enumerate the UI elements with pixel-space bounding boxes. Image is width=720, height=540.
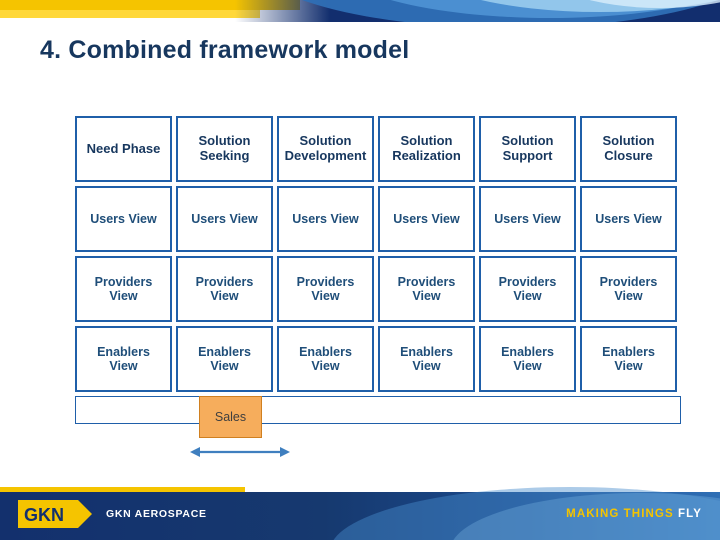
- matrix-cell[interactable]: Providers View: [378, 256, 475, 322]
- matrix-row-phase-header: Need Phase Solution Seeking Solution Devel…: [75, 116, 681, 182]
- matrix-cell[interactable]: Need Phase: [75, 116, 172, 182]
- framework-matrix: Need Phase Solution Seeking Solution Devel…: [75, 116, 681, 396]
- matrix-cell[interactable]: Users View: [378, 186, 475, 252]
- matrix-cell[interactable]: Solution Seeking: [176, 116, 273, 182]
- svg-text:GKN: GKN: [24, 505, 64, 525]
- matrix-cell[interactable]: Users View: [479, 186, 576, 252]
- matrix-cell[interactable]: Enablers View: [277, 326, 374, 392]
- matrix-cell[interactable]: Solution Closure: [580, 116, 677, 182]
- matrix-cell[interactable]: Providers View: [277, 256, 374, 322]
- sales-track: [75, 396, 681, 424]
- matrix-cell[interactable]: Enablers View: [176, 326, 273, 392]
- top-banner: [0, 0, 720, 22]
- matrix-cell[interactable]: Solution Development: [277, 116, 374, 182]
- footer-tagline-bold: MAKING THINGS: [566, 508, 679, 520]
- footer-tagline: MAKING THINGS FLY: [566, 508, 702, 520]
- matrix-cell[interactable]: Users View: [176, 186, 273, 252]
- footer-brand-label: GKN AEROSPACE: [106, 508, 207, 520]
- matrix-cell[interactable]: Solution Realization: [378, 116, 475, 182]
- double-headed-arrow-icon: [188, 443, 292, 461]
- matrix-cell[interactable]: Enablers View: [580, 326, 677, 392]
- matrix-cell[interactable]: Providers View: [176, 256, 273, 322]
- matrix-cell[interactable]: Enablers View: [479, 326, 576, 392]
- matrix-cell[interactable]: Enablers View: [378, 326, 475, 392]
- matrix-cell[interactable]: Solution Support: [479, 116, 576, 182]
- matrix-row-users-view: Users View Users View Users View Users V…: [75, 186, 681, 252]
- matrix-row-enablers-view: Enablers View Enablers View Enablers View E…: [75, 326, 681, 392]
- sales-row: Sales: [75, 396, 681, 438]
- matrix-cell[interactable]: Enablers View: [75, 326, 172, 392]
- matrix-cell[interactable]: Users View: [580, 186, 677, 252]
- footer-band: GKN GKN AEROSPACE MAKING THINGS FLY: [0, 487, 720, 540]
- gkn-logo-icon: GKN: [18, 500, 92, 528]
- matrix-row-providers-view: Providers View Providers View Providers Vie…: [75, 256, 681, 322]
- matrix-cell[interactable]: Providers View: [75, 256, 172, 322]
- matrix-cell[interactable]: Providers View: [580, 256, 677, 322]
- matrix-cell[interactable]: Users View: [277, 186, 374, 252]
- matrix-cell[interactable]: Providers View: [479, 256, 576, 322]
- footer-tagline-light: FLY: [678, 508, 702, 520]
- page-title: 4. Combined framework model: [40, 36, 410, 64]
- matrix-cell[interactable]: Users View: [75, 186, 172, 252]
- sales-box[interactable]: Sales: [199, 396, 262, 438]
